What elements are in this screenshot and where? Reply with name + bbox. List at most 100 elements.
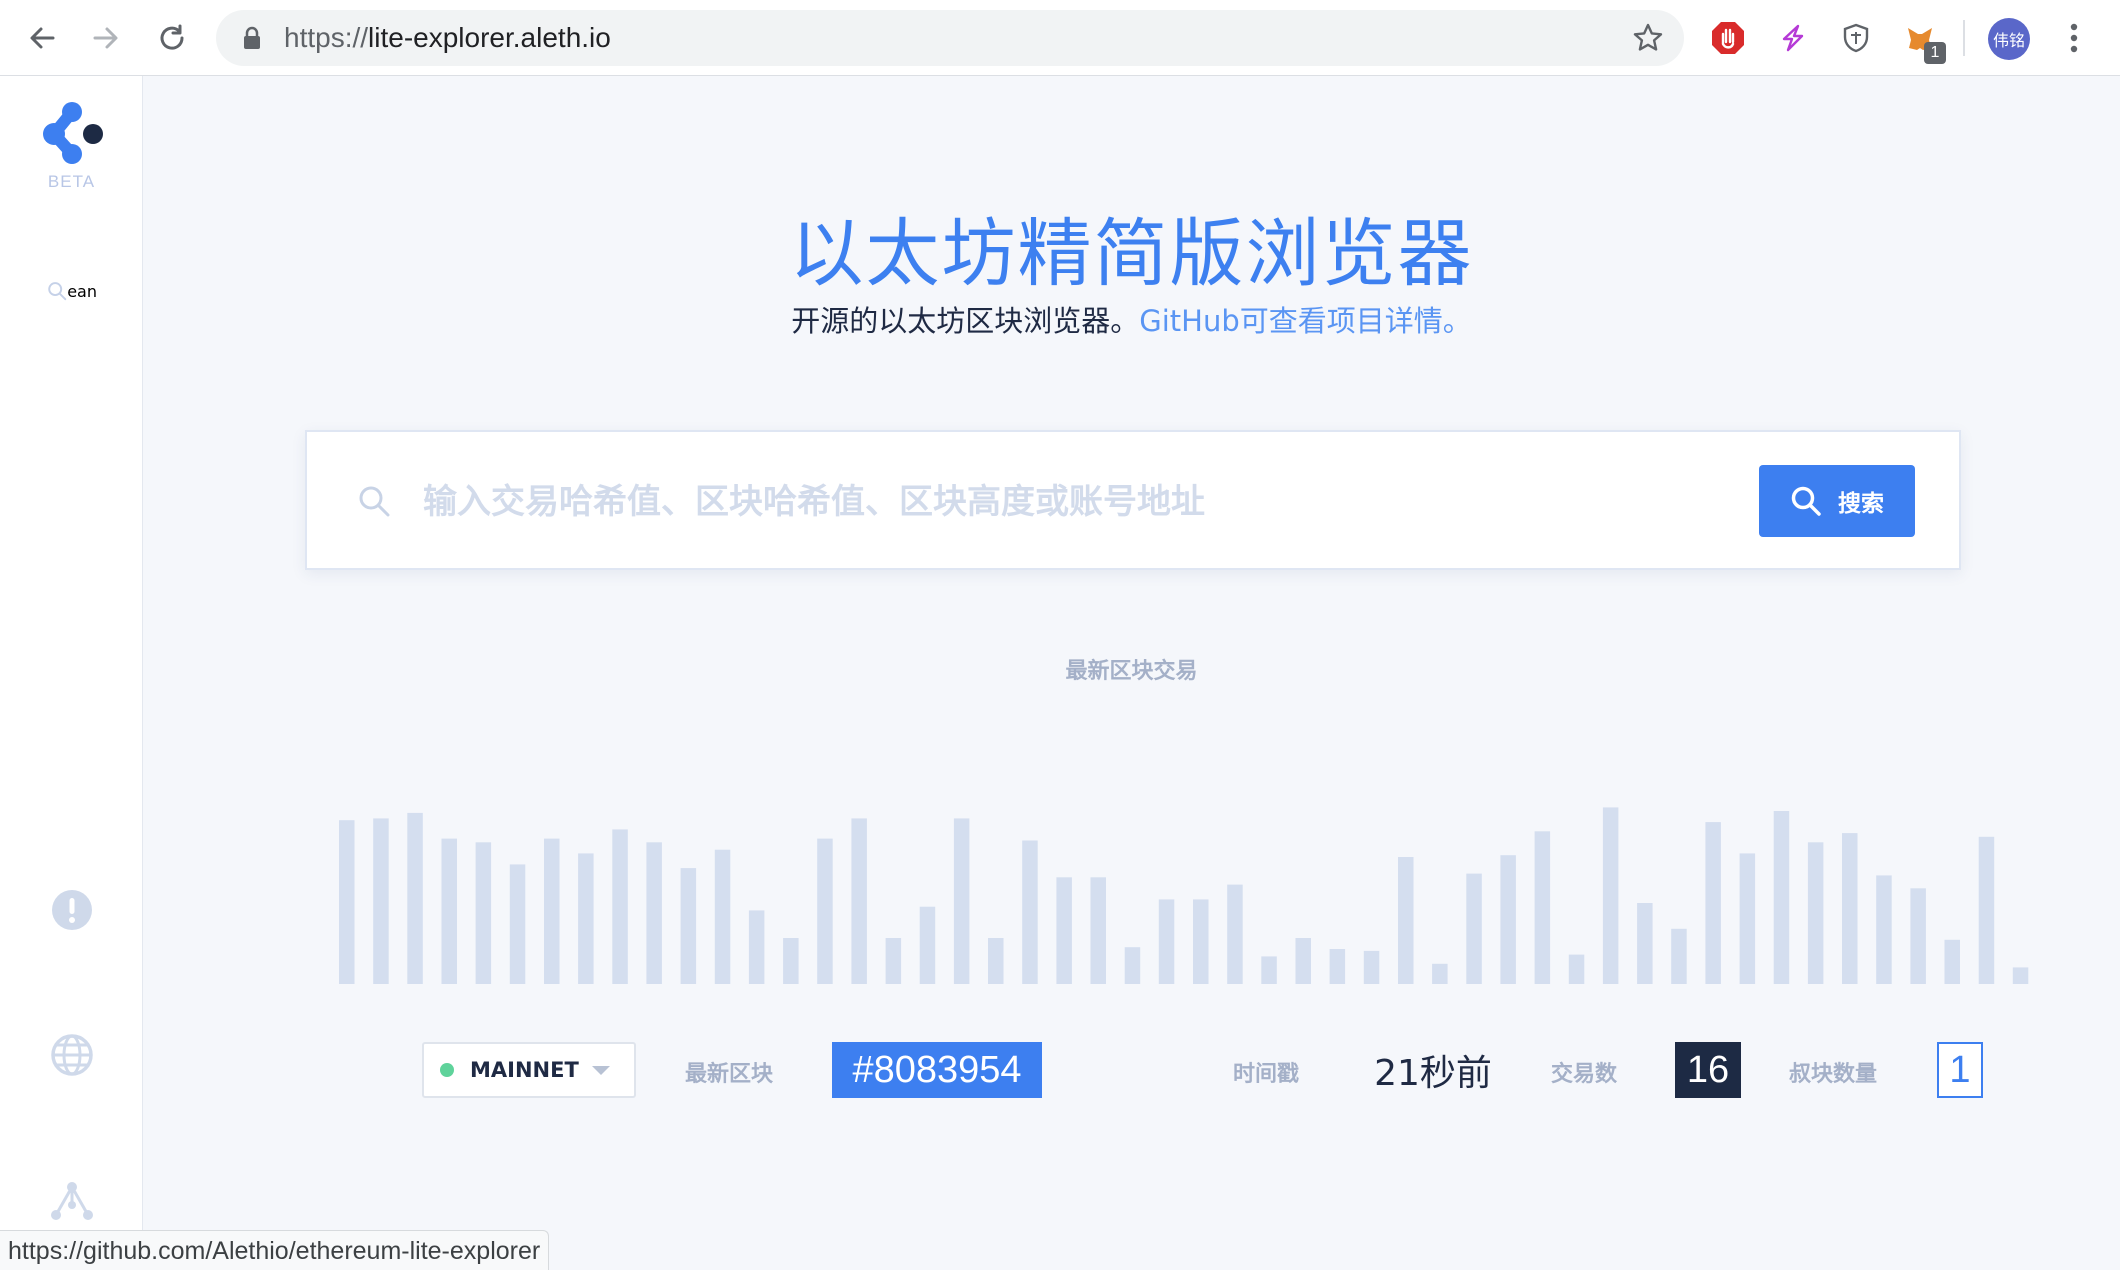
chart-bar[interactable] [1227,884,1243,984]
chart-bar[interactable] [1500,855,1516,984]
chart-bar[interactable] [1158,899,1175,984]
alert-icon [52,890,92,930]
chart-bar[interactable] [1944,939,1961,984]
network-label: MAINNET [470,1058,579,1082]
chart-bar[interactable] [1705,822,1721,984]
chart-bar[interactable] [1090,877,1107,984]
chart-bar[interactable] [475,842,492,984]
chart-bar[interactable] [988,938,1004,984]
search-icon [1791,486,1821,516]
latest-block-label: 最新区块 [685,1062,774,1087]
chart-bar[interactable] [817,838,833,984]
stop-hand-icon [1712,22,1744,54]
sparkle-icon [1782,24,1804,52]
chart-bar[interactable] [407,812,423,984]
chart-bar[interactable] [1534,831,1551,984]
chart-bar[interactable] [1398,857,1414,984]
main-content: 以太坊精简版浏览器 开源的以太坊区块浏览器。GitHub可查看项目详情。 搜索 … [143,76,2120,1270]
chart-bar[interactable] [1978,836,1995,984]
chart-bar[interactable] [1056,877,1072,984]
extension-badge: 1 [1924,42,1946,64]
chart-bar[interactable] [1261,956,1277,984]
chart-bar[interactable] [1363,950,1380,984]
shield-extension[interactable] [1834,16,1878,60]
back-arrow-icon [30,27,55,49]
subtitle-text: 开源的以太坊区块浏览器。 [791,304,1140,338]
search-input[interactable] [423,462,1723,542]
chart-bar[interactable] [646,842,662,984]
timestamp-label: 时间戳 [1233,1062,1300,1087]
sidebar: BETA ean [0,76,143,1270]
sidebar-search-button[interactable]: ean [47,266,97,316]
chart-bar[interactable] [373,818,389,984]
lock-icon [244,26,260,49]
latest-block-value[interactable]: #8083954 [832,1042,1042,1098]
sidebar-network-button[interactable] [47,1176,97,1226]
network-selector[interactable]: MAINNET [422,1042,636,1098]
globe-icon [51,1034,93,1076]
forward-arrow-icon [93,27,118,49]
sidebar-alert-button[interactable] [47,885,97,935]
chart-bar[interactable] [1466,873,1482,984]
forward-button[interactable] [84,16,128,60]
search-button[interactable]: 搜索 [1759,465,1915,537]
magic-extension[interactable] [1770,16,1814,60]
chart-bar[interactable] [1910,888,1926,984]
chart-bar[interactable] [783,938,799,984]
chart-bar[interactable] [612,829,628,984]
search-button-label: 搜索 [1838,491,1884,517]
chart-bar[interactable] [1193,899,1209,984]
github-link[interactable]: GitHub可查看项目详情。 [1139,304,1472,338]
chart-bar[interactable] [544,838,560,984]
metamask-extension[interactable]: 1 [1898,16,1946,64]
more-vert-icon [2070,23,2078,53]
url-text: https://lite-explorer.aleth.io [284,10,611,66]
chart-bar[interactable] [851,818,867,984]
logo-icon[interactable] [36,96,108,168]
chart-bar[interactable] [1671,928,1687,984]
status-bar-url: https://github.com/Alethio/ethereum-lite… [0,1230,550,1270]
chart-bar[interactable] [1876,875,1892,984]
chart-bar[interactable] [339,820,355,984]
browser-menu-button[interactable] [2054,16,2094,60]
chart-bar[interactable] [1022,840,1038,985]
toolbar-separator [1963,20,1965,56]
chart-bar[interactable] [1295,938,1312,984]
sidebar-globe-button[interactable] [47,1030,97,1080]
chart-bar[interactable] [1773,811,1790,984]
bookmark-star-icon[interactable] [1632,22,1664,54]
chart-bar[interactable] [953,818,970,984]
chart-bar[interactable] [2012,967,2029,984]
chart-bar[interactable] [714,849,731,984]
reload-icon [160,24,184,50]
page-title: 以太坊精简版浏览器 [789,211,1474,297]
chart-bar[interactable] [1432,963,1448,984]
chart-bar[interactable] [1637,903,1653,984]
chart-bar[interactable] [885,938,902,984]
profile-avatar[interactable]: 伟铭 [1988,18,2030,60]
chart-title: 最新区块交易 [1065,659,1198,684]
chart-bar[interactable] [1842,833,1858,984]
chart-bar[interactable] [441,838,458,984]
address-bar[interactable]: https://lite-explorer.aleth.io [216,10,1684,66]
page-subtitle: 开源的以太坊区块浏览器。GitHub可查看项目详情。 [143,298,2120,340]
chart-bar[interactable] [1807,842,1824,984]
chart-bar[interactable] [1124,947,1141,984]
chart-bar[interactable] [1568,954,1585,984]
chart-bar[interactable] [1739,853,1756,984]
back-button[interactable] [20,16,64,60]
search-box: 搜索 [305,430,1961,570]
reload-button[interactable] [150,16,194,60]
chart-bar[interactable] [1602,807,1619,984]
adblock-extension[interactable] [1706,16,1750,60]
latest-block-tx-chart [339,807,2029,985]
chart-bar[interactable] [578,853,594,984]
browser-toolbar: https://lite-explorer.aleth.io 1 伟铭 [0,0,2120,76]
chart-bar[interactable] [919,906,936,984]
chart-bar[interactable] [1329,949,1346,984]
tx-count-value: 16 [1675,1042,1741,1098]
chart-bar[interactable] [680,868,697,984]
chart-bar[interactable] [748,910,765,984]
uncle-count-label: 叔块数量 [1789,1062,1878,1087]
chart-bar[interactable] [509,864,526,984]
